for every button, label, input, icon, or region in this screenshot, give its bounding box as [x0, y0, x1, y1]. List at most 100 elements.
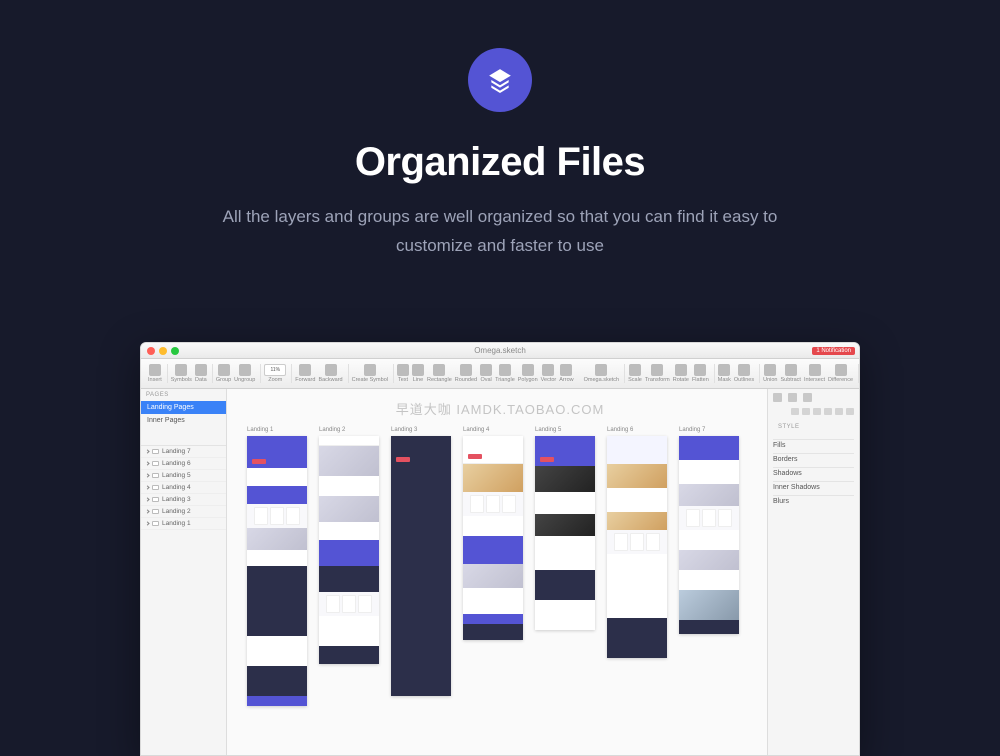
- toolbar-outlines-button[interactable]: Outlines: [734, 364, 754, 383]
- window-title: Omega.sketch: [141, 346, 859, 355]
- artboard-icon: [152, 485, 159, 490]
- canvas[interactable]: Landing 1Landing 2Landing 3Landing 4Land…: [227, 389, 767, 755]
- mask-icon: [718, 364, 730, 376]
- toolbar-zoom-button[interactable]: 11%Zoom: [264, 364, 286, 383]
- align-icon[interactable]: [824, 408, 832, 415]
- artboard[interactable]: [535, 436, 595, 630]
- artboard-title: Landing 6: [607, 427, 667, 433]
- align-icon[interactable]: [813, 408, 821, 415]
- toolbar-subtract-button[interactable]: Subtract: [780, 364, 800, 383]
- layer-item[interactable]: Landing 2: [141, 506, 226, 518]
- rotate-icon: [675, 364, 687, 376]
- artboard-icon: [152, 509, 159, 514]
- vector-icon: [542, 364, 554, 376]
- toolbar-rounded-button[interactable]: Rounded: [455, 364, 477, 383]
- toolbar-ungroup-button[interactable]: Ungroup: [234, 364, 255, 383]
- chevron-right-icon: [145, 473, 149, 477]
- toolbar-backward-button[interactable]: Backward: [318, 364, 342, 383]
- inspector-section-shadows[interactable]: Shadows: [773, 467, 854, 479]
- oval-icon: [480, 364, 492, 376]
- toolbar-label: Group: [216, 377, 231, 383]
- toolbar-vector-button[interactable]: Vector: [541, 364, 557, 383]
- align-icon[interactable]: [846, 408, 854, 415]
- group-icon: [218, 364, 230, 376]
- align-icon[interactable]: [791, 408, 799, 415]
- toolbar-arrow-button[interactable]: Arrow: [559, 364, 573, 383]
- toolbar-flatten-button[interactable]: Flatten: [692, 364, 709, 383]
- toolbar-label: Outlines: [734, 377, 754, 383]
- inspector-section-fills[interactable]: Fills: [773, 439, 854, 451]
- layer-item[interactable]: Landing 5: [141, 470, 226, 482]
- toolbar-text-button[interactable]: Text: [397, 364, 409, 383]
- chevron-right-icon: [145, 449, 149, 453]
- align-icon[interactable]: [802, 408, 810, 415]
- artboard[interactable]: [679, 436, 739, 634]
- inspector-tab-icon[interactable]: [803, 393, 812, 402]
- layer-list: Landing 7Landing 6Landing 5Landing 4Land…: [141, 445, 226, 530]
- align-icon[interactable]: [835, 408, 843, 415]
- rectangle-icon: [433, 364, 445, 376]
- chevron-right-icon: [145, 521, 149, 525]
- artboard[interactable]: [319, 436, 379, 664]
- toolbar-line-button[interactable]: Line: [412, 364, 424, 383]
- toolbar-intersect-button[interactable]: Intersect: [804, 364, 825, 383]
- toolbar-union-button[interactable]: Union: [763, 364, 777, 383]
- toolbar-group-button[interactable]: Group: [216, 364, 231, 383]
- layer-item[interactable]: Landing 3: [141, 494, 226, 506]
- zoom-icon: 11%: [264, 364, 286, 376]
- layer-label: Landing 6: [162, 460, 191, 467]
- toolbar-forward-button[interactable]: Forward: [295, 364, 315, 383]
- layer-item[interactable]: Landing 4: [141, 482, 226, 494]
- inspector-tab-icon[interactable]: [773, 393, 782, 402]
- inspector-section-blurs[interactable]: Blurs: [773, 495, 854, 507]
- page-item-inner-pages[interactable]: Inner Pages: [141, 414, 226, 427]
- toolbar-data-button[interactable]: Data: [195, 364, 207, 383]
- artboard[interactable]: [463, 436, 523, 640]
- toolbar-label: Rotate: [673, 377, 689, 383]
- hero-title: Organized Files: [220, 140, 780, 185]
- artboard[interactable]: [607, 436, 667, 658]
- arrow-icon: [560, 364, 572, 376]
- toolbar-polygon-button[interactable]: Polygon: [518, 364, 538, 383]
- toolbar-omega.sketch-button[interactable]: Omega.sketch: [584, 364, 619, 383]
- artboard-icon: [152, 473, 159, 478]
- toolbar-mask-button[interactable]: Mask: [718, 364, 731, 383]
- page-item-landing-pages[interactable]: Landing Pages: [141, 401, 226, 414]
- toolbar-symbols-button[interactable]: Symbols: [171, 364, 192, 383]
- toolbar-label: Rounded: [455, 377, 477, 383]
- toolbar-label: Transform: [645, 377, 670, 383]
- layer-item[interactable]: Landing 1: [141, 518, 226, 530]
- symbols-icon: [175, 364, 187, 376]
- inspector-tab-icon[interactable]: [788, 393, 797, 402]
- chevron-right-icon: [145, 509, 149, 513]
- toolbar-rectangle-button[interactable]: Rectangle: [427, 364, 452, 383]
- toolbar-insert-button[interactable]: Insert: [148, 364, 162, 383]
- artboard-title: Landing 5: [535, 427, 595, 433]
- toolbar-difference-button[interactable]: Difference: [828, 364, 853, 383]
- outlines-icon: [738, 364, 750, 376]
- toolbar-oval-button[interactable]: Oval: [480, 364, 492, 383]
- artboard-title: Landing 3: [391, 427, 451, 433]
- toolbar-scale-button[interactable]: Scale: [628, 364, 642, 383]
- inspector-section-borders[interactable]: Borders: [773, 453, 854, 465]
- toolbar-label: Flatten: [692, 377, 709, 383]
- artboard[interactable]: [391, 436, 451, 696]
- toolbar-label: Ungroup: [234, 377, 255, 383]
- toolbar-rotate-button[interactable]: Rotate: [673, 364, 689, 383]
- toolbar-transform-button[interactable]: Transform: [645, 364, 670, 383]
- toolbar-label: Data: [195, 377, 207, 383]
- chevron-right-icon: [145, 485, 149, 489]
- toolbar-triangle-button[interactable]: Triangle: [495, 364, 515, 383]
- toolbar-label: Subtract: [780, 377, 800, 383]
- toolbar-label: Create Symbol: [352, 377, 388, 383]
- layer-item[interactable]: Landing 6: [141, 458, 226, 470]
- layer-item[interactable]: Landing 7: [141, 446, 226, 458]
- text-icon: [397, 364, 409, 376]
- inspector-section-inner-shadows[interactable]: Inner Shadows: [773, 481, 854, 493]
- polygon-icon: [522, 364, 534, 376]
- artboard[interactable]: [247, 436, 307, 706]
- notification-badge[interactable]: 1 Notification: [812, 347, 855, 355]
- toolbar-create-symbol-button[interactable]: Create Symbol: [352, 364, 388, 383]
- toolbar-label: Rectangle: [427, 377, 452, 383]
- inspector-panel: STYLE FillsBordersShadowsInner ShadowsBl…: [767, 389, 859, 755]
